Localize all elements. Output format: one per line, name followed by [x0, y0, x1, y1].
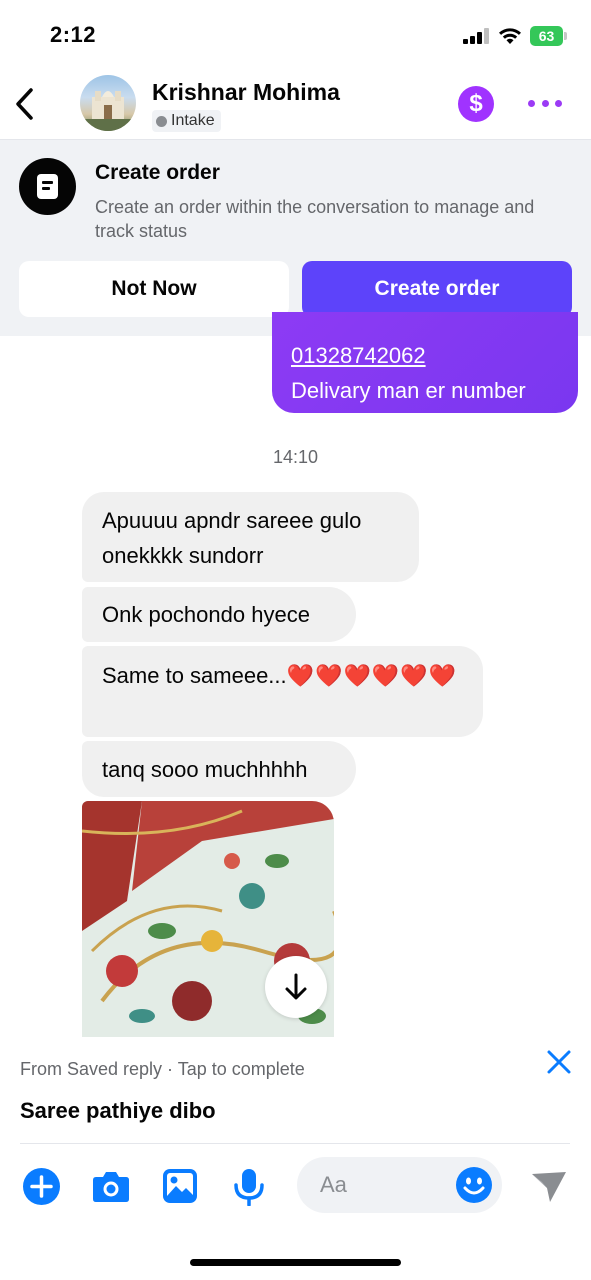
message-composer [0, 1144, 591, 1234]
send-icon[interactable] [530, 1168, 568, 1204]
message-text: Onk pochondo hyece [102, 602, 310, 627]
camera-icon[interactable] [92, 1168, 130, 1204]
avatar[interactable] [80, 75, 136, 131]
back-icon[interactable] [10, 84, 40, 124]
not-now-button[interactable]: Not Now [19, 261, 289, 317]
contact-status-label[interactable]: Intake [152, 110, 221, 132]
status-bar: 2:12 63 [0, 0, 591, 70]
dollar-icon[interactable]: $ [458, 86, 494, 122]
status-dot-icon [156, 115, 167, 127]
message-timestamp: 14:10 [272, 447, 319, 467]
saved-reply-text[interactable]: Saree pathiye dibo [20, 1098, 216, 1124]
order-icon [19, 158, 76, 215]
signal-icon [463, 28, 491, 44]
battery-icon: 63 [530, 26, 568, 46]
gallery-icon[interactable] [162, 1168, 198, 1204]
incoming-message[interactable]: Apuuuu apndr sareee gulo onekkkk sundorr [82, 492, 419, 582]
create-order-banner: Create order Create an order within the … [0, 140, 591, 336]
saved-reply-panel[interactable]: From Saved reply · Tap to complete Saree… [0, 1037, 591, 1145]
order-banner-title: Create order [95, 161, 220, 184]
home-indicator [190, 1259, 401, 1266]
message-text: Apuuuu apndr sareee gulo onekkkk sundorr [102, 508, 362, 568]
outgoing-message-text: Delivary man er number [291, 378, 526, 403]
message-text: tanq sooo muchhhhh [102, 757, 308, 782]
create-order-button[interactable]: Create order [302, 261, 572, 317]
contact-name[interactable]: Krishnar Mohima [152, 79, 340, 106]
message-text: Same to sameee... [102, 663, 287, 688]
battery-level: 63 [530, 26, 563, 46]
outgoing-message[interactable]: 01328742062 Delivary man er number [272, 312, 578, 413]
close-icon[interactable] [545, 1048, 573, 1076]
incoming-message[interactable]: Same to sameee...❤️❤️❤️❤️❤️❤️ [82, 646, 483, 737]
microphone-icon[interactable] [233, 1168, 265, 1206]
wifi-icon [499, 28, 521, 44]
order-banner-description: Create an order within the conversation … [95, 197, 535, 241]
conversation-header: Krishnar Mohima Intake $ [0, 70, 591, 140]
phone-link[interactable]: 01328742062 [291, 338, 578, 373]
incoming-message[interactable]: Onk pochondo hyece [82, 587, 356, 642]
more-icon[interactable] [528, 95, 562, 111]
scroll-down-button[interactable] [265, 956, 327, 1018]
heart-emojis: ❤️❤️❤️❤️❤️❤️ [286, 663, 458, 688]
incoming-message[interactable]: tanq sooo muchhhhh [82, 741, 356, 797]
plus-icon[interactable] [23, 1168, 60, 1205]
arrow-down-icon [285, 973, 307, 1000]
status-time: 2:12 [50, 22, 97, 47]
emoji-icon[interactable] [456, 1167, 492, 1203]
saved-reply-hint: From Saved reply · Tap to complete [20, 1059, 305, 1079]
contact-status-text: Intake [171, 112, 215, 129]
